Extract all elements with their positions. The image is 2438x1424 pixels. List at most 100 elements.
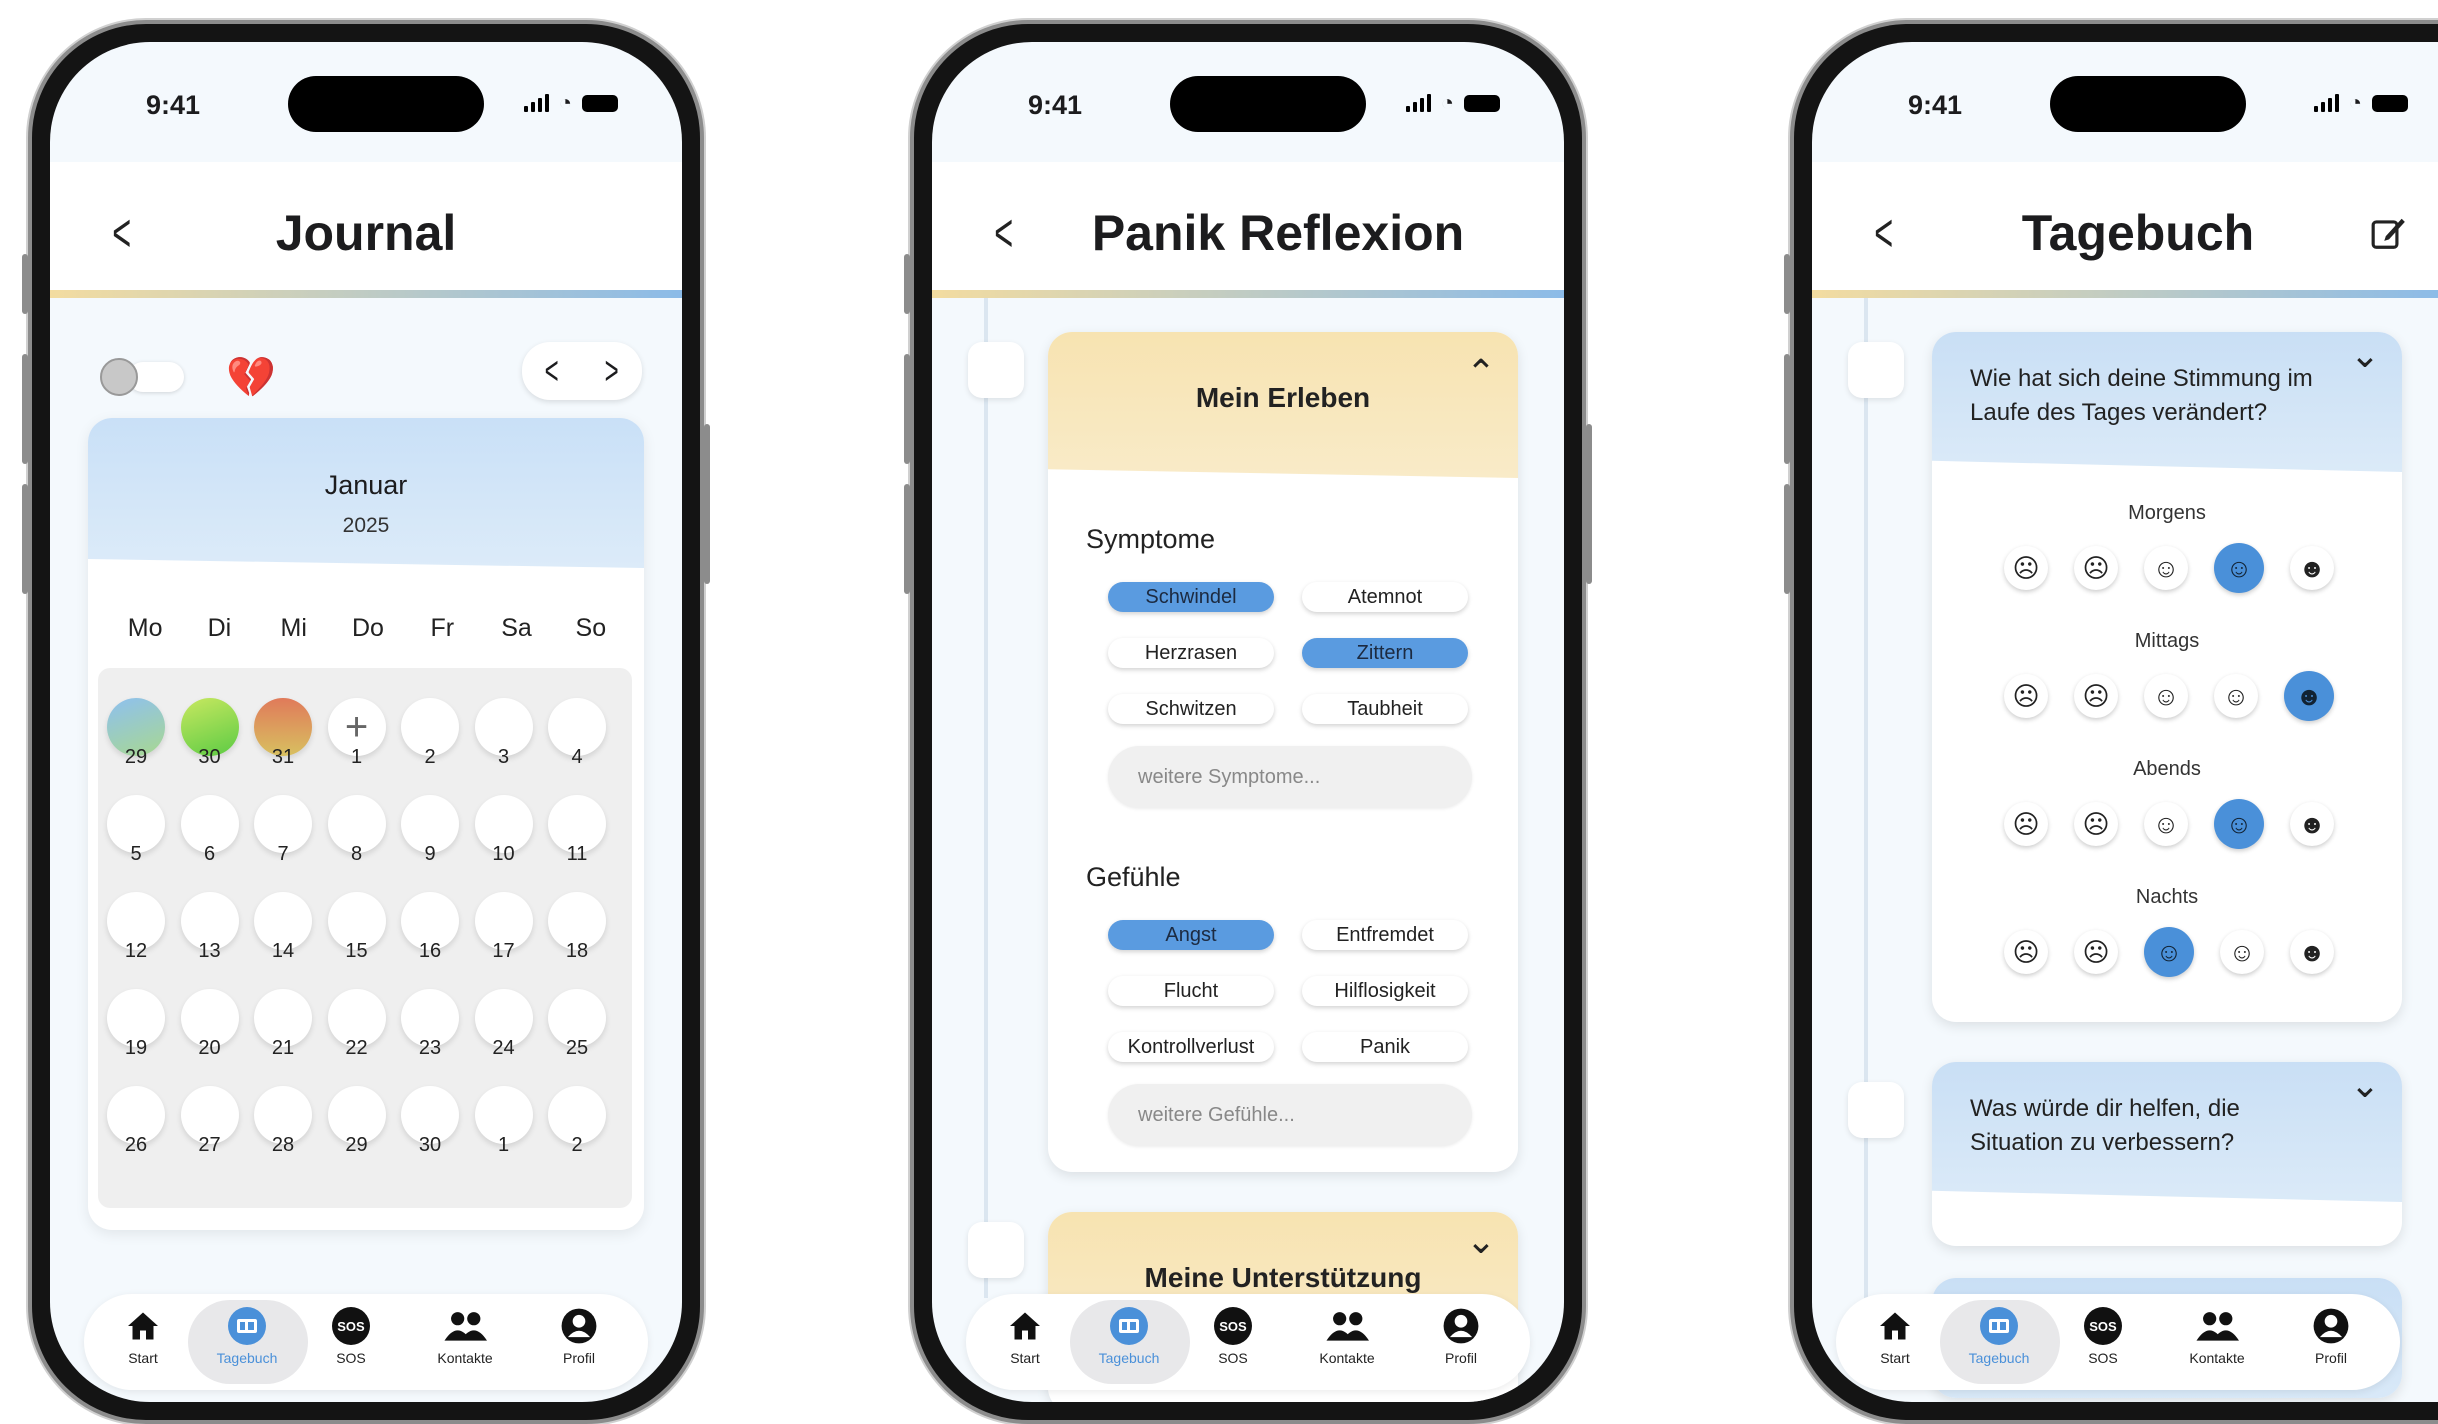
calendar-day[interactable]: 23	[400, 989, 460, 1060]
nav-profil[interactable]: Profil	[1416, 1304, 1506, 1366]
mood-face-icon[interactable]: ☻	[2290, 546, 2334, 590]
calendar-day[interactable]: 29	[106, 698, 166, 769]
nav-start[interactable]: Start	[980, 1304, 1070, 1366]
calendar-day[interactable]: 28	[253, 1086, 313, 1157]
mood-face-icon[interactable]: ☹	[2004, 674, 2048, 718]
chip-symptom[interactable]: Schwitzen	[1108, 694, 1274, 724]
calendar-day[interactable]: 9	[400, 795, 460, 866]
nav-sos[interactable]: SOS SOS	[2058, 1304, 2148, 1366]
calendar-day[interactable]: 25	[547, 989, 607, 1060]
nav-kontakte[interactable]: Kontakte	[420, 1304, 510, 1366]
calendar-day[interactable]: 27	[180, 1086, 240, 1157]
calendar-day[interactable]: 3	[474, 698, 534, 769]
next-month-button[interactable]: >	[605, 349, 619, 394]
calendar-day[interactable]: 10	[474, 795, 534, 866]
mood-face-icon[interactable]: ☹	[2004, 802, 2048, 846]
chip-symptom[interactable]: Herzrasen	[1108, 638, 1274, 668]
calendar-day[interactable]: 2	[547, 1086, 607, 1157]
chip-feeling[interactable]: Angst	[1108, 920, 1274, 950]
toggle-knob[interactable]	[100, 358, 138, 396]
prev-month-button[interactable]: <	[545, 349, 559, 394]
calendar-day[interactable]: 24	[474, 989, 534, 1060]
chip-symptom[interactable]: Zittern	[1302, 638, 1468, 668]
nav-kontakte[interactable]: Kontakte	[1302, 1304, 1392, 1366]
calendar-day[interactable]: 14	[253, 892, 313, 963]
calendar-day[interactable]: 18	[547, 892, 607, 963]
mood-face-icon[interactable]: ☺	[2144, 802, 2188, 846]
calendar-day[interactable]: 20	[180, 989, 240, 1060]
calendar-day[interactable]: 22	[327, 989, 387, 1060]
mood-face-icon[interactable]: ☺	[2144, 927, 2194, 977]
chip-symptom[interactable]: Taubheit	[1302, 694, 1468, 724]
more-symptoms-input[interactable]: weitere Symptome...	[1108, 746, 1472, 808]
mood-face-icon[interactable]: ☻	[2290, 802, 2334, 846]
mood-face-icon[interactable]: ☺	[2220, 930, 2264, 974]
nav-kontakte[interactable]: Kontakte	[2172, 1304, 2262, 1366]
mood-face-icon[interactable]: ☺	[2214, 799, 2264, 849]
mood-face-icon[interactable]: ☹	[2074, 674, 2118, 718]
calendar-day[interactable]: 11	[547, 795, 607, 866]
broken-heart-icon[interactable]: 💔	[226, 354, 276, 401]
nav-tagebuch[interactable]: Tagebuch	[1954, 1304, 2044, 1366]
calendar-day[interactable]: 21	[253, 989, 313, 1060]
mood-face-icon[interactable]: ☺	[2144, 546, 2188, 590]
calendar-day[interactable]: 16	[400, 892, 460, 963]
nav-tagebuch[interactable]: Tagebuch	[1084, 1304, 1174, 1366]
chevron-down-icon[interactable]: ⌄	[1466, 1220, 1496, 1262]
home-icon	[980, 1304, 1070, 1348]
calendar-day[interactable]: 19	[106, 989, 166, 1060]
calendar-day[interactable]: 30	[180, 698, 240, 769]
mood-face-icon[interactable]: ☻	[2290, 930, 2334, 974]
calendar-day[interactable]: 5	[106, 795, 166, 866]
bottom-nav: Start Tagebuch SOS SOS Kontakte Profil	[84, 1294, 648, 1390]
calendar-day[interactable]: 7	[253, 795, 313, 866]
chip-feeling[interactable]: Kontrollverlust	[1108, 1032, 1274, 1062]
chip-feeling[interactable]: Entfremdet	[1302, 920, 1468, 950]
calendar-day[interactable]: 17	[474, 892, 534, 963]
mood-face-icon[interactable]: ☹	[2004, 930, 2048, 974]
nav-start[interactable]: Start	[98, 1304, 188, 1366]
nav-sos[interactable]: SOS SOS	[1188, 1304, 1278, 1366]
calendar-day[interactable]: 4	[547, 698, 607, 769]
chip-feeling[interactable]: Flucht	[1108, 976, 1274, 1006]
edit-icon[interactable]	[2370, 214, 2408, 252]
calendar-day[interactable]: +1	[327, 698, 387, 769]
calendar-day[interactable]: 1	[474, 1086, 534, 1157]
timeline-marker[interactable]	[1848, 342, 1904, 398]
calendar-day[interactable]: 13	[180, 892, 240, 963]
calendar-day[interactable]: 26	[106, 1086, 166, 1157]
calendar-day[interactable]: 31	[253, 698, 313, 769]
calendar-day[interactable]: 29	[327, 1086, 387, 1157]
mood-face-icon[interactable]: ☹	[2074, 930, 2118, 974]
timeline-marker[interactable]	[1848, 1082, 1904, 1138]
nav-start[interactable]: Start	[1850, 1304, 1940, 1366]
calendar-day[interactable]: 30	[400, 1086, 460, 1157]
calendar-day[interactable]: 12	[106, 892, 166, 963]
mood-face-icon[interactable]: ☺	[2214, 674, 2258, 718]
nav-sos[interactable]: SOS SOS	[306, 1304, 396, 1366]
mood-face-icon[interactable]: ☹	[2074, 802, 2118, 846]
nav-profil[interactable]: Profil	[534, 1304, 624, 1366]
chip-feeling[interactable]: Hilflosigkeit	[1302, 976, 1468, 1006]
mood-face-icon[interactable]: ☹	[2004, 546, 2048, 590]
chevron-down-icon[interactable]: ⌄	[2350, 334, 2380, 376]
calendar-day[interactable]: 15	[327, 892, 387, 963]
mood-face-icon[interactable]: ☹	[2074, 546, 2118, 590]
mood-face-icon[interactable]: ☺	[2214, 543, 2264, 593]
more-feelings-input[interactable]: weitere Gefühle...	[1108, 1084, 1472, 1146]
timeline-marker[interactable]	[968, 342, 1024, 398]
chip-symptom[interactable]: Schwindel	[1108, 582, 1274, 612]
chip-symptom[interactable]: Atemnot	[1302, 582, 1468, 612]
chevron-down-icon[interactable]: ⌄	[2350, 1064, 2380, 1106]
chip-feeling[interactable]: Panik	[1302, 1032, 1468, 1062]
timeline-marker[interactable]	[968, 1222, 1024, 1278]
chevron-up-icon[interactable]: ⌃	[1466, 352, 1496, 394]
calendar-day[interactable]: 2	[400, 698, 460, 769]
mood-face-icon[interactable]: ☺	[2144, 674, 2188, 718]
nav-tagebuch[interactable]: Tagebuch	[202, 1304, 292, 1366]
day-number: 1	[350, 746, 363, 768]
nav-profil[interactable]: Profil	[2286, 1304, 2376, 1366]
calendar-day[interactable]: 6	[180, 795, 240, 866]
calendar-day[interactable]: 8	[327, 795, 387, 866]
mood-face-icon[interactable]: ☻	[2284, 671, 2334, 721]
